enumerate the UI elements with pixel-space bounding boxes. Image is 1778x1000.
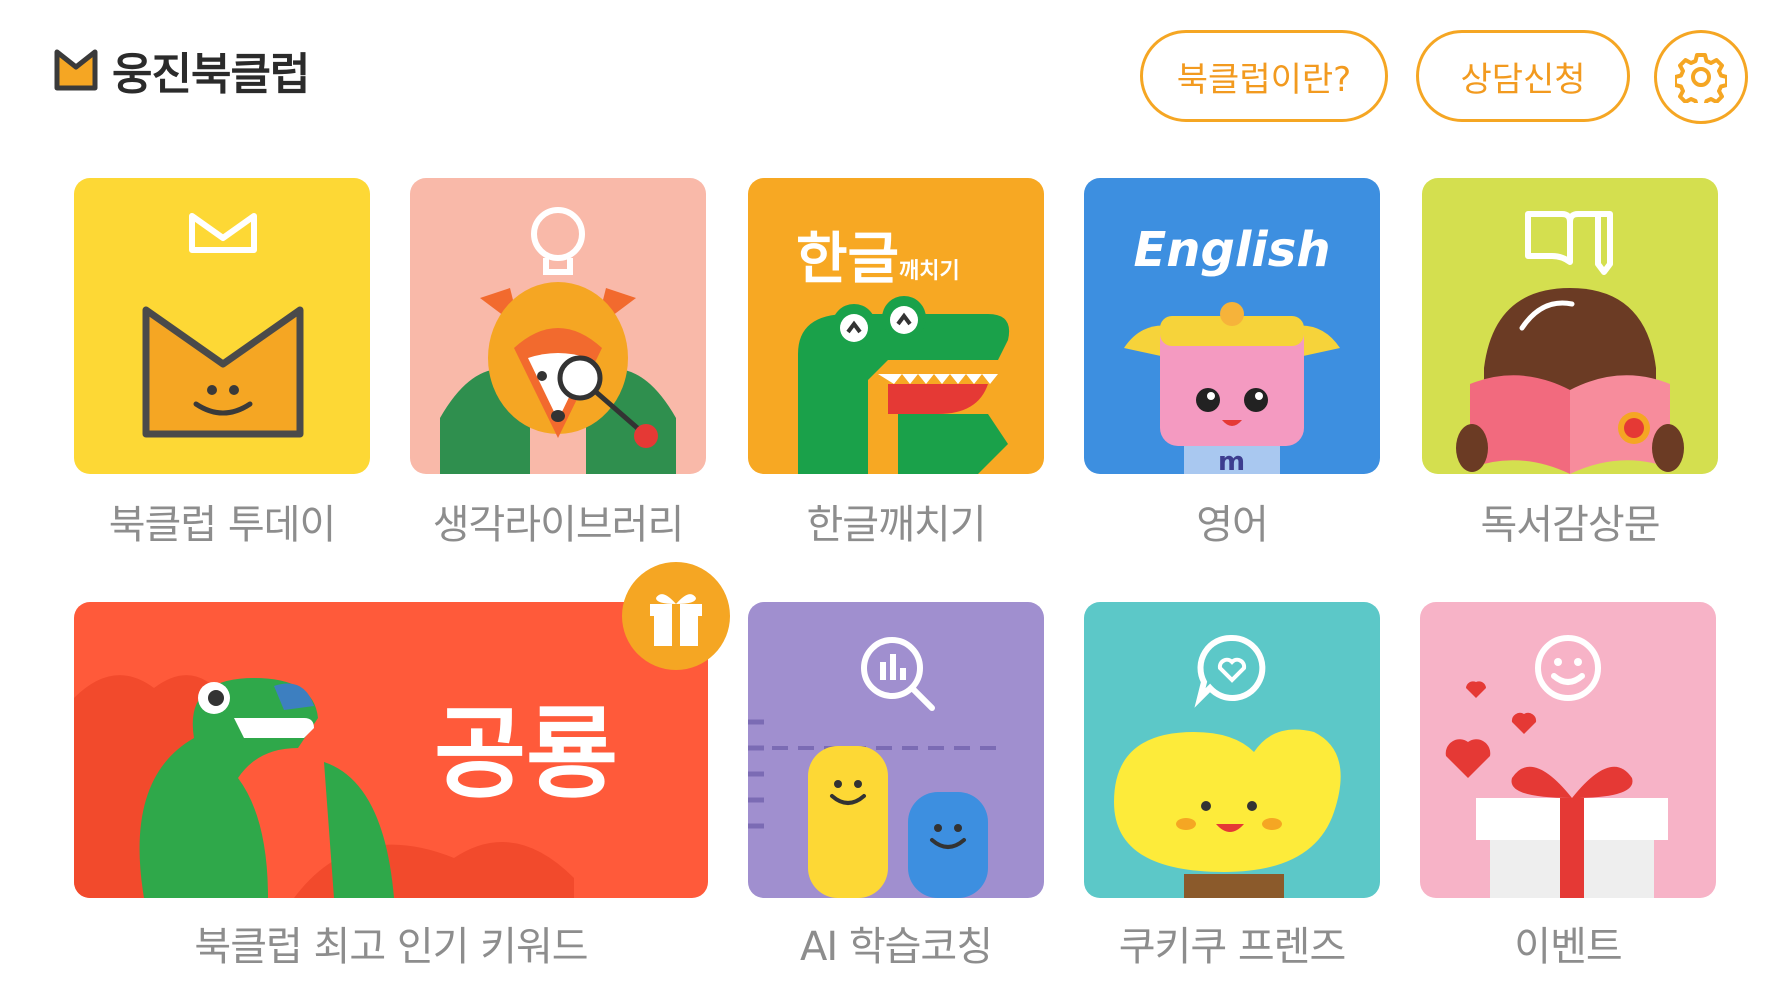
tile-label-english: 영어: [1196, 502, 1269, 548]
tile-cookiku-friends[interactable]: [1084, 602, 1380, 898]
gift-badge: [622, 562, 730, 670]
tile-thinking-library[interactable]: [410, 178, 706, 474]
tile-label-book-report: 독서감상문: [1480, 502, 1661, 548]
app-title: 웅진북클럽: [112, 49, 310, 100]
tile-popular-keyword[interactable]: 공룡: [74, 602, 708, 898]
ai-coaching-illustration: [748, 637, 998, 898]
app-logo: 웅진북클럽: [54, 38, 310, 102]
tile-label-thinking-library: 생각라이브러리: [432, 502, 685, 548]
event-illustration: [1445, 635, 1668, 898]
tile-hangul[interactable]: 한글깨치기: [748, 178, 1044, 474]
svg-text:m: m: [1218, 447, 1245, 474]
fox-illustration: [440, 207, 676, 474]
gift-icon: [650, 594, 702, 646]
tile-label-event: 이벤트: [1514, 924, 1622, 970]
cookiku-illustration: [1114, 634, 1341, 898]
tile-label-bookclub-today: 북클럽 투데이: [108, 502, 337, 548]
tile-event[interactable]: [1420, 602, 1716, 898]
settings-button[interactable]: [1654, 30, 1748, 124]
tile-english[interactable]: English m: [1084, 178, 1380, 474]
tile-label-cookiku-friends: 쿠키쿠 프렌즈: [1118, 924, 1347, 970]
popular-keyword-art-title: 공룡: [434, 695, 618, 812]
tile-book-report[interactable]: [1422, 178, 1718, 474]
bookclub-logo-icon: [54, 49, 98, 91]
book-pencil-icon: [1456, 211, 1684, 474]
girl-illustration: m: [1124, 302, 1340, 474]
crocodile-illustration: [798, 296, 1010, 474]
tile-ai-coaching[interactable]: [748, 602, 1044, 898]
tile-label-ai-coaching: AI 학습코칭: [799, 924, 993, 970]
consult-request-button[interactable]: 상담신청: [1416, 30, 1630, 122]
tile-label-hangul: 한글깨치기: [806, 502, 987, 548]
bookclub-basket-icon: [142, 213, 304, 438]
tile-label-popular-keyword: 북클럽 최고 인기 키워드: [194, 924, 588, 970]
gear-icon: [1675, 53, 1727, 103]
about-bookclub-button[interactable]: 북클럽이란?: [1140, 30, 1388, 122]
tile-bookclub-today[interactable]: [74, 178, 370, 474]
